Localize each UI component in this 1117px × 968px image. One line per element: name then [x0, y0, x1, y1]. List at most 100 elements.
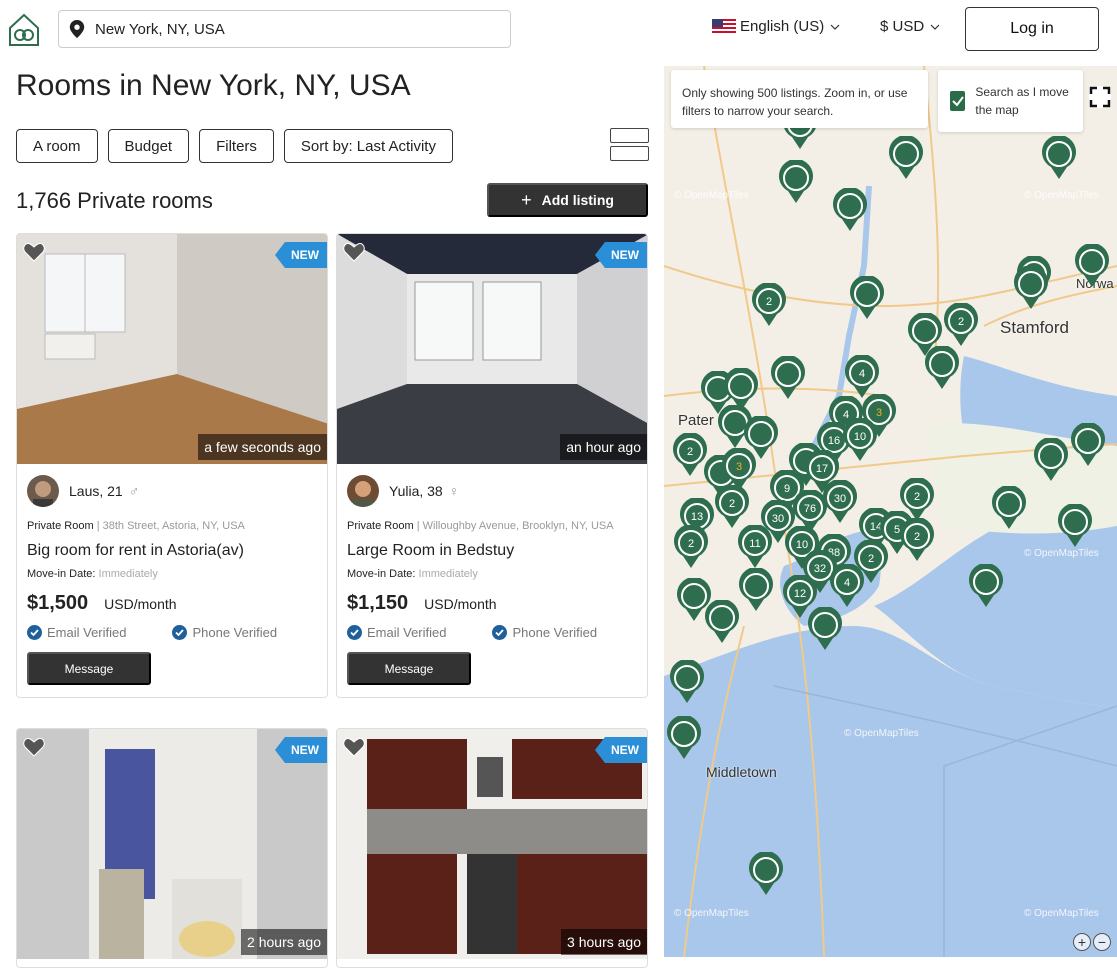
- list-view-toggle[interactable]: [610, 128, 649, 162]
- favorite-heart-icon[interactable]: [343, 737, 365, 757]
- filter-budget-button[interactable]: Budget: [107, 129, 190, 163]
- check-circle-icon: [347, 625, 362, 640]
- listing-card[interactable]: NEW 3 hours ago: [336, 728, 648, 968]
- map-listing-marker[interactable]: [1070, 423, 1106, 467]
- map-listing-marker[interactable]: [669, 660, 705, 704]
- map-cluster-marker[interactable]: 2: [899, 518, 935, 562]
- move-in-date: Move-in Date: Immediately: [27, 568, 317, 580]
- cluster-count: 12: [794, 588, 806, 600]
- move-in-value: Immediately: [98, 568, 158, 580]
- listing-title[interactable]: Large Room in Bedstuy: [347, 542, 637, 560]
- cluster-count: 9: [784, 483, 790, 495]
- checkbox-checked[interactable]: [950, 91, 966, 111]
- room-type: Private Room: [27, 520, 94, 532]
- address: Willoughby Avenue, Brooklyn, NY, USA: [422, 520, 614, 532]
- map-listing-marker[interactable]: [888, 136, 924, 180]
- message-button[interactable]: Message: [27, 652, 151, 685]
- map-listing-marker[interactable]: [778, 160, 814, 204]
- fullscreen-expand-icon[interactable]: [1089, 86, 1111, 108]
- sort-button[interactable]: Sort by: Last Activity: [283, 129, 453, 163]
- map-listing-marker[interactable]: [748, 852, 784, 896]
- cluster-count: 76: [804, 503, 816, 515]
- currency-select[interactable]: $ USD: [880, 18, 940, 35]
- move-in-value: Immediately: [418, 568, 478, 580]
- gender-icon: ♂: [128, 483, 140, 499]
- map-cluster-marker[interactable]: 2: [673, 525, 709, 569]
- cluster-count: 2: [914, 491, 920, 503]
- map-panel[interactable]: © OpenMapTiles © OpenMapTiles © OpenMapT…: [664, 66, 1117, 957]
- listing-photo[interactable]: NEW 3 hours ago: [337, 729, 647, 959]
- listing-photo[interactable]: NEW an hour ago: [337, 234, 647, 464]
- phone-verified-label: Phone Verified: [512, 625, 598, 640]
- map-listing-marker[interactable]: [1057, 504, 1093, 548]
- favorite-heart-icon[interactable]: [343, 242, 365, 262]
- posted-time: a few seconds ago: [198, 434, 327, 460]
- map-listing-marker[interactable]: [738, 568, 774, 612]
- listings-panel: Rooms in New York, NY, USA A room Budget…: [0, 66, 664, 968]
- listing-photo[interactable]: NEW 2 hours ago: [17, 729, 327, 959]
- zoom-in-button[interactable]: +: [1073, 933, 1091, 951]
- map-listing-marker[interactable]: [832, 188, 868, 232]
- room-photo-image: [337, 729, 647, 959]
- map-watermark: © OpenMapTiles: [1024, 190, 1099, 201]
- map-listing-marker[interactable]: [1013, 266, 1049, 310]
- listing-user[interactable]: Yulia, 38 ♀: [347, 474, 637, 508]
- listing-user[interactable]: Laus, 21 ♂: [27, 474, 317, 508]
- avatar: [347, 475, 379, 507]
- language-select[interactable]: English (US): [712, 18, 840, 35]
- map-watermark: © OpenMapTiles: [674, 908, 749, 919]
- map-listing-marker[interactable]: [849, 276, 885, 320]
- search-as-move-label: Search as I move the map: [975, 85, 1069, 117]
- favorite-heart-icon[interactable]: [23, 242, 45, 262]
- currency-label: $ USD: [880, 18, 925, 35]
- page-title: Rooms in New York, NY, USA: [16, 69, 411, 102]
- map-cluster-marker[interactable]: 4: [829, 564, 865, 608]
- cluster-count: 16: [828, 435, 840, 447]
- map-listing-marker[interactable]: [704, 600, 740, 644]
- view-row-icon: [610, 146, 649, 161]
- login-button[interactable]: Log in: [965, 7, 1099, 51]
- posted-time: an hour ago: [560, 434, 647, 460]
- map-cluster-marker[interactable]: 2: [672, 433, 708, 477]
- map-listing-marker[interactable]: [924, 346, 960, 390]
- favorite-heart-icon[interactable]: [23, 737, 45, 757]
- message-button[interactable]: Message: [347, 652, 471, 685]
- map-listing-marker[interactable]: [666, 716, 702, 760]
- listing-photo[interactable]: NEW a few seconds ago: [17, 234, 327, 464]
- logo-icon[interactable]: [6, 12, 42, 48]
- map-listing-marker[interactable]: [991, 486, 1027, 530]
- map-listing-marker[interactable]: [1074, 244, 1110, 288]
- map-listing-marker[interactable]: [770, 356, 806, 400]
- new-badge: NEW: [595, 737, 647, 763]
- listing-card[interactable]: NEW a few seconds ago Laus, 21 ♂ Private…: [16, 233, 328, 698]
- filter-bar: A room Budget Filters Sort by: Last Acti…: [16, 129, 453, 163]
- map-listing-marker[interactable]: [1041, 136, 1077, 180]
- map-cluster-marker[interactable]: 2: [714, 485, 750, 529]
- posted-time: 3 hours ago: [561, 929, 647, 955]
- location-search-input[interactable]: New York, NY, USA: [58, 10, 511, 48]
- map-listing-marker[interactable]: [1033, 438, 1069, 482]
- map-cluster-marker[interactable]: 2: [943, 303, 979, 347]
- listing-title[interactable]: Big room for rent in Astoria(av): [27, 542, 317, 560]
- add-listing-button[interactable]: + Add listing: [487, 183, 648, 217]
- view-row-icon: [610, 128, 649, 143]
- map-cluster-marker[interactable]: 10: [842, 418, 878, 462]
- listing-price: $1,150 USD/month: [347, 592, 637, 615]
- map-watermark: © OpenMapTiles: [674, 190, 749, 201]
- map-label-stamford: Stamford: [1000, 318, 1069, 337]
- language-label: English (US): [740, 18, 825, 35]
- room-type: Private Room: [347, 520, 414, 532]
- location-value: New York, NY, USA: [95, 20, 225, 38]
- listing-card[interactable]: NEW 2 hours ago: [16, 728, 328, 968]
- listing-card[interactable]: NEW an hour ago Yulia, 38 ♀ Private Room…: [336, 233, 648, 698]
- zoom-out-button[interactable]: −: [1093, 933, 1111, 951]
- map-cluster-marker[interactable]: 4: [844, 355, 880, 399]
- checkmark-icon: [951, 96, 964, 107]
- search-as-move-toggle[interactable]: Search as I move the map: [938, 70, 1083, 132]
- filter-room-type-button[interactable]: A room: [16, 129, 98, 163]
- map-cluster-marker[interactable]: 12: [782, 575, 818, 619]
- map-cluster-marker[interactable]: 2: [751, 283, 787, 327]
- map-cluster-marker[interactable]: 11: [737, 525, 773, 569]
- filters-button[interactable]: Filters: [199, 129, 274, 163]
- map-listing-marker[interactable]: [968, 564, 1004, 608]
